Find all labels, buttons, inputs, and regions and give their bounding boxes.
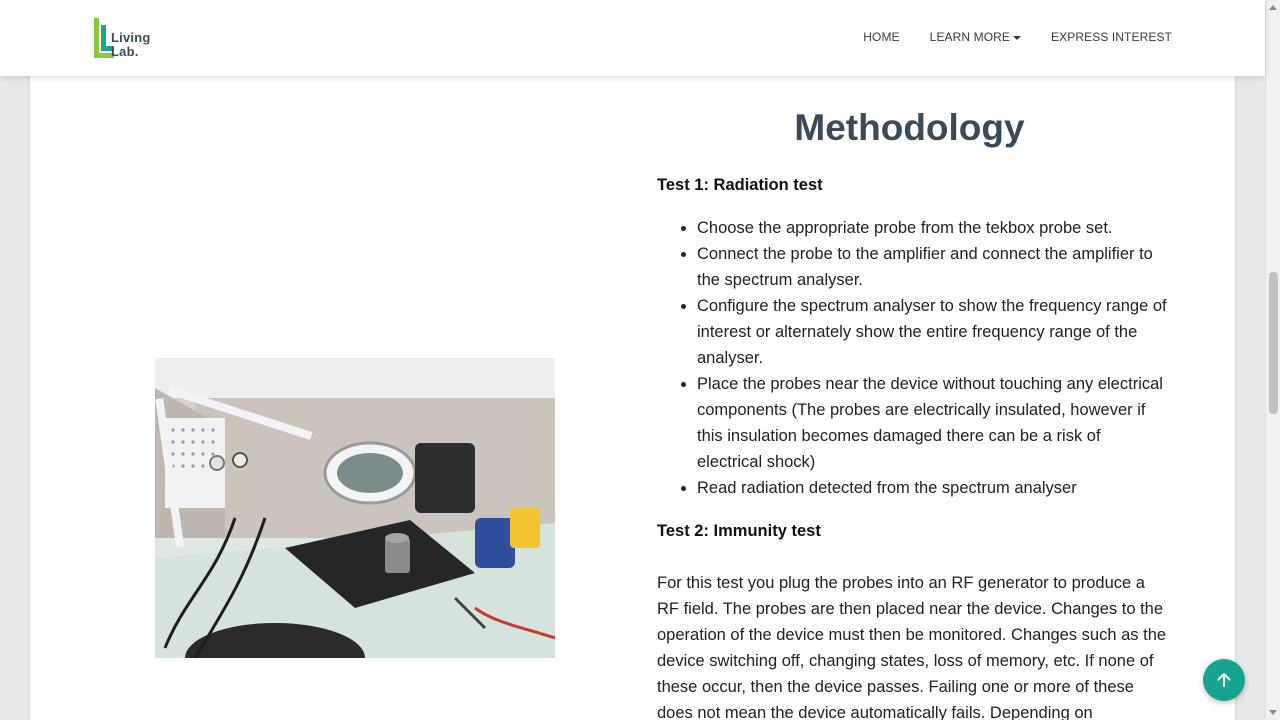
nav-home[interactable]: HOME: [863, 30, 899, 44]
test1-heading: Test 1: Radiation test: [657, 176, 823, 194]
navbar: Living Lab. HOME LEARN MORE EXPRESS INTE…: [0, 0, 1265, 76]
scroll-down-icon[interactable]: [1269, 710, 1277, 715]
main-nav: HOME LEARN MORE EXPRESS INTEREST: [863, 30, 1172, 44]
nav-learn-more-label: LEARN MORE: [929, 30, 1011, 44]
scroll-up-icon[interactable]: [1269, 5, 1277, 10]
arrow-up-icon: [1217, 673, 1231, 687]
test2-paragraph: For this test you plug the probes into a…: [657, 574, 1167, 720]
logo[interactable]: Living Lab.: [93, 17, 157, 61]
test1-step: Connect the probe to the amplifier and c…: [697, 241, 1167, 293]
test1-step: Choose the appropriate probe from the te…: [697, 215, 1167, 241]
test1-steps: Choose the appropriate probe from the te…: [697, 215, 1167, 501]
page-title: Methodology: [794, 107, 1025, 148]
back-to-top-button[interactable]: [1203, 659, 1245, 701]
nav-learn-more[interactable]: LEARN MORE: [929, 30, 1022, 44]
test1-step: Place the probes near the device without…: [697, 371, 1167, 475]
test1-step: Configure the spectrum analyser to show …: [697, 293, 1167, 371]
page-scrollbar[interactable]: [1265, 0, 1280, 720]
caret-down-icon: [1013, 35, 1022, 40]
scroll-thumb[interactable]: [1269, 272, 1278, 414]
nav-express-interest[interactable]: EXPRESS INTEREST: [1051, 30, 1172, 44]
test1-step: Read radiation detected from the spectru…: [697, 475, 1167, 501]
test2-heading: Test 2: Immunity test: [657, 522, 821, 540]
logo-text: Living Lab.: [111, 30, 151, 59]
workbench-image: [155, 358, 555, 658]
workbench-photo: [155, 358, 555, 658]
